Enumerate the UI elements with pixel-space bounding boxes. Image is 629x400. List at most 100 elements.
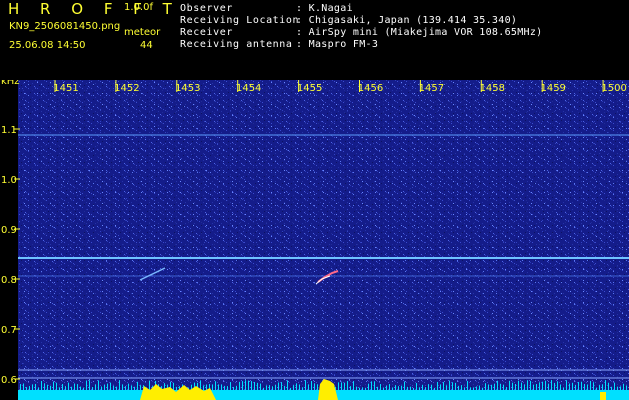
level-spike [509,380,510,390]
level-spike [524,384,525,390]
level-spike [581,381,582,390]
level-spike [260,383,261,390]
level-spike [410,386,411,390]
x-tick-label: 1454 [236,83,261,94]
antenna-value: : Maspro FM-3 [296,39,379,50]
level-spike [506,387,507,390]
level-spike [530,380,531,390]
level-spike [458,385,459,390]
level-spike [548,383,549,390]
level-spike [293,385,294,390]
level-spike [41,380,42,390]
level-spike [608,382,609,390]
level-spike [503,384,504,390]
level-spike [200,380,201,390]
meteor-count: 44 [140,40,153,51]
level-spike [446,385,447,390]
x-tick-label: 1500 [601,83,626,94]
level-spike [149,380,150,390]
level-spike [107,383,108,390]
level-spike [119,380,120,390]
level-spike [308,384,309,390]
file-name: KN9_2506081450.png [9,21,121,32]
level-spike [515,384,516,390]
level-spike [296,383,297,390]
level-spike [536,384,537,390]
level-spike [35,383,36,390]
x-tick-label: 1458 [480,83,505,94]
level-spike [617,386,618,390]
level-spike [272,386,273,390]
level-spike [491,384,492,390]
receiver-value: : AirSpy mini (Miakejima VOR 108.65MHz) [296,27,543,38]
level-spike [368,383,369,390]
level-spike [371,381,372,390]
level-spike [263,387,264,390]
level-spike [50,385,51,390]
level-spike [464,387,465,390]
level-spike [476,386,477,390]
level-spike [485,383,486,390]
level-spike [302,387,303,390]
level-spike [338,382,339,390]
level-spike [239,381,240,390]
level-spike [26,387,27,390]
level-spike [203,385,204,390]
level-spike [479,385,480,390]
spectrogram-noise-layer [18,80,629,400]
level-spike [575,384,576,390]
level-spike [377,386,378,390]
level-spike [557,381,558,390]
level-spike [395,385,396,390]
level-spike [413,387,414,390]
location-label: Receiving Location [180,15,300,26]
level-spike [65,386,66,390]
level-spike [401,385,402,390]
level-peak-right [600,392,606,400]
level-spike [62,384,63,390]
level-spike [566,380,567,390]
level-spike [233,386,234,390]
level-spike [563,387,564,390]
level-spike [32,384,33,390]
level-spike [212,384,213,390]
level-spike [398,386,399,390]
level-spike [386,385,387,390]
level-spike [128,383,129,390]
level-spike [23,383,24,390]
level-spike [116,386,117,390]
level-spike [125,386,126,390]
level-spike [587,384,588,390]
level-spike [356,386,357,390]
level-spike [440,384,441,390]
x-tick-label: 1456 [358,83,383,94]
level-spike [533,384,534,390]
level-spike [287,380,288,390]
level-spike [53,381,54,390]
level-spike [572,382,573,390]
level-spike [176,386,177,390]
level-spike [113,385,114,390]
level-spike [473,387,474,390]
level-spike [134,386,135,390]
level-spike [56,382,57,390]
level-spike [602,384,603,390]
level-spike [407,386,408,390]
observer-label: Observer [180,3,233,14]
level-spike [173,382,174,390]
level-spike [47,384,48,390]
level-spike [284,385,285,390]
level-spike [227,386,228,390]
level-spike [344,382,345,390]
level-spike [428,384,429,390]
level-spike [362,387,363,390]
y-tick-label: 0.9 [1,225,17,236]
level-spike [554,382,555,390]
level-spike [269,385,270,390]
level-spike [431,384,432,390]
level-spike [614,382,615,390]
spectrogram: 1451 1452 1453 1454 1455 1456 1457 1458 1459 1500… [1,80,629,400]
level-spike [578,381,579,390]
level-spike [68,382,69,390]
level-spike [245,380,246,390]
